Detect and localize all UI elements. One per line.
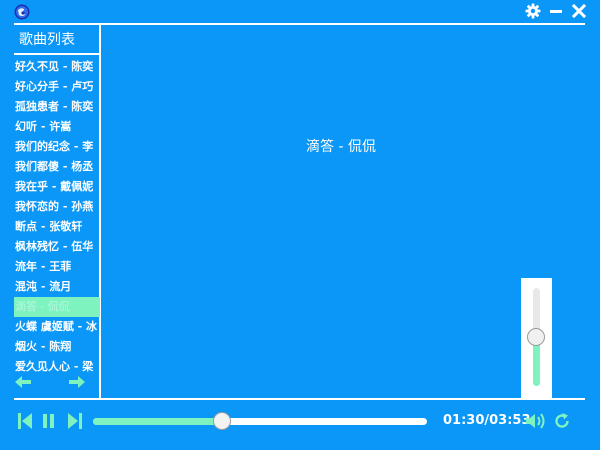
progress-bar[interactable]	[93, 412, 427, 430]
song-list-item[interactable]: 烟火 - 陈翔	[14, 337, 100, 357]
playlist-header: 歌曲列表	[19, 32, 75, 48]
progress-fill	[93, 418, 223, 425]
close-icon[interactable]	[571, 3, 587, 19]
song-list: 好久不见 - 陈奕 好心分手 - 卢巧 孤独患者 - 陈奕 幻听 - 许嵩 我们的纪念 …	[14, 57, 100, 377]
song-list-item[interactable]: 我们都傻 - 杨丞	[14, 157, 100, 177]
song-list-item[interactable]: 我在乎 - 戴佩妮	[14, 177, 100, 197]
song-list-item[interactable]: 混沌 - 流月	[14, 277, 100, 297]
song-list-item[interactable]: 幻听 - 许嵩	[14, 117, 100, 137]
skip-next-icon[interactable]	[66, 412, 84, 430]
arrow-right-icon[interactable]	[68, 374, 86, 390]
loop-icon[interactable]	[553, 412, 571, 430]
arrow-left-icon[interactable]	[14, 374, 32, 390]
title-bar	[0, 0, 600, 24]
song-list-item[interactable]: 孤独患者 - 陈奕	[14, 97, 100, 117]
time-display: 01:30/03:53	[443, 413, 531, 428]
song-list-item[interactable]: 好久不见 - 陈奕	[14, 57, 100, 77]
skip-previous-icon[interactable]	[16, 412, 34, 430]
progress-thumb[interactable]	[213, 412, 232, 430]
music-globe-icon	[14, 4, 30, 20]
song-list-item[interactable]: 流年 - 王菲	[14, 257, 100, 277]
gear-icon[interactable]	[525, 3, 541, 19]
pause-icon[interactable]	[40, 412, 58, 430]
minimize-icon[interactable]	[548, 3, 564, 19]
volume-slider-panel	[521, 278, 552, 400]
volume-slider-thumb[interactable]	[527, 328, 545, 346]
song-list-item[interactable]: 我怀恋的 - 孙燕	[14, 197, 100, 217]
song-list-item[interactable]: 我们的纪念 - 李	[14, 137, 100, 157]
bottom-divider	[14, 398, 585, 400]
song-list-item[interactable]: 枫林残忆 - 伍华	[14, 237, 100, 257]
song-list-item[interactable]: 断点 - 张敬轩	[14, 217, 100, 237]
now-playing-title: 滴答 - 侃侃	[306, 139, 376, 155]
song-list-item[interactable]: 火蝶 虞姬赋 - 冰	[14, 317, 100, 337]
volume-icon[interactable]	[525, 412, 547, 430]
playlist-header-divider	[14, 53, 100, 55]
song-list-item[interactable]: 好心分手 - 卢巧	[14, 77, 100, 97]
song-list-item-active[interactable]: 滴答 - 侃侃	[14, 297, 100, 317]
